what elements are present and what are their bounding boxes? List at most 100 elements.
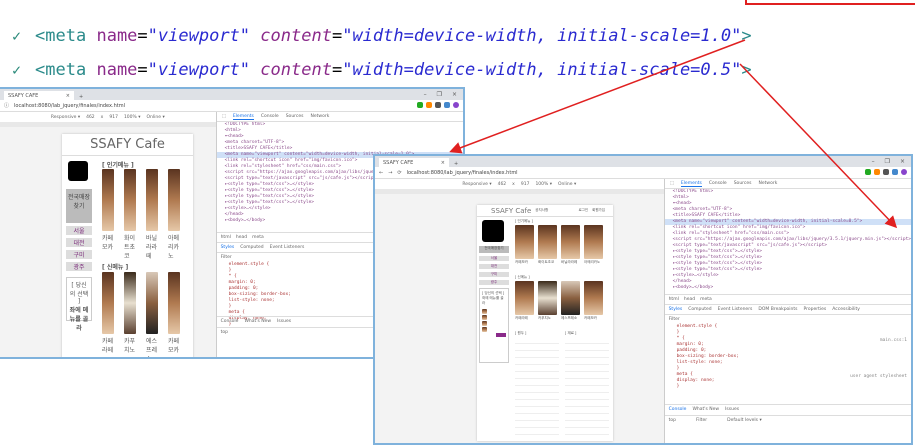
tag-close: > bbox=[741, 26, 752, 46]
value: "width=device-width, initial-scale=1.0" bbox=[342, 26, 742, 46]
menu-item[interactable]: 카페모카 bbox=[584, 281, 603, 321]
tab-computed[interactable]: Computed bbox=[240, 245, 263, 250]
tab-event-listeners[interactable]: Event Listeners bbox=[718, 307, 753, 312]
store-finder-button[interactable]: 전국매장찾기 bbox=[479, 246, 509, 253]
tab-sources[interactable]: Sources bbox=[286, 114, 304, 119]
minimize-icon[interactable]: – bbox=[424, 91, 427, 98]
drawer-whats-new[interactable]: What's New bbox=[692, 407, 719, 412]
drawer-issues[interactable]: Issues bbox=[277, 319, 291, 324]
notice-link[interactable]: 공지사항 bbox=[535, 208, 548, 213]
forward-icon[interactable]: → bbox=[388, 170, 392, 176]
new-heading: [ 신메뉴 ] bbox=[102, 264, 129, 271]
drawer-issues[interactable]: Issues bbox=[725, 407, 739, 412]
new-tab-icon[interactable]: + bbox=[79, 94, 83, 100]
tab-console[interactable]: Console bbox=[261, 114, 279, 119]
tab-event-listeners[interactable]: Event Listeners bbox=[270, 245, 305, 250]
close-window-icon[interactable]: × bbox=[900, 158, 905, 165]
menu-item[interactable]: 에스프레소 bbox=[561, 281, 580, 321]
region-gumi[interactable]: 구미 bbox=[66, 250, 92, 259]
menu-item[interactable]: 카푸치노 bbox=[538, 281, 557, 321]
back-icon[interactable]: ← bbox=[379, 170, 383, 176]
restore-icon[interactable]: ❐ bbox=[885, 158, 890, 165]
new-tab-icon[interactable]: + bbox=[454, 161, 458, 167]
extensions-icon[interactable] bbox=[414, 101, 459, 110]
close-icon[interactable]: × bbox=[441, 160, 445, 166]
url-bar[interactable]: localhost:8080/lab_jquery/finales/index.… bbox=[14, 103, 409, 109]
menu-item[interactable]: 카푸치노 bbox=[124, 272, 138, 357]
browser-tab[interactable]: SSAFY CAFE × bbox=[4, 91, 74, 100]
tab-accessibility[interactable]: Accessibility bbox=[832, 307, 860, 312]
inspect-icon[interactable]: ⬚ bbox=[670, 181, 674, 186]
avatar[interactable] bbox=[482, 220, 504, 242]
tab-styles[interactable]: Styles bbox=[669, 307, 683, 312]
store-finder-button[interactable]: 전국매장찾기 bbox=[66, 189, 92, 223]
console-filter[interactable]: Filter bbox=[696, 418, 707, 423]
new-heading: [ 신메뉴 ] bbox=[515, 275, 530, 279]
network-select[interactable]: Online ▾ bbox=[147, 115, 165, 120]
zoom-select[interactable]: 100% ▾ bbox=[124, 115, 141, 120]
avatar[interactable] bbox=[68, 161, 88, 181]
minimize-icon[interactable]: – bbox=[872, 158, 875, 165]
tab-network[interactable]: Network bbox=[311, 114, 330, 119]
site-title: SSAFY Cafe bbox=[491, 206, 532, 215]
region-gwangju[interactable]: 광주 bbox=[479, 280, 509, 285]
tab-network[interactable]: Network bbox=[759, 181, 778, 186]
menu-item[interactable]: 카페모카 bbox=[168, 272, 182, 357]
menu-item[interactable]: 화이트초코 bbox=[538, 225, 557, 265]
region-seoul[interactable]: 서울 bbox=[479, 256, 509, 261]
code-line-scale-1: ✓ <meta name="viewport" content="width=de… bbox=[12, 26, 752, 46]
menu-item[interactable]: 에스프레소 bbox=[146, 272, 160, 357]
login-link[interactable]: 로그인 bbox=[578, 208, 588, 213]
width-input[interactable]: 462 bbox=[86, 115, 95, 120]
tab-dom-breakpoints[interactable]: DOM Breakpoints bbox=[758, 307, 797, 312]
height-input[interactable]: 917 bbox=[521, 182, 530, 187]
network-select[interactable]: Online ▾ bbox=[558, 182, 576, 187]
region-seoul[interactable]: 서울 bbox=[66, 226, 92, 235]
menu-item[interactable]: 아메리카노 bbox=[584, 225, 603, 265]
menu-item[interactable]: 카페모카 bbox=[515, 225, 534, 265]
region-daejeon[interactable]: 대전 bbox=[66, 238, 92, 247]
log-levels[interactable]: Default levels ▾ bbox=[727, 418, 762, 423]
width-input[interactable]: 462 bbox=[498, 182, 507, 187]
tab-elements[interactable]: Elements bbox=[232, 114, 254, 120]
url-bar[interactable]: localhost:8080/lab_jquery/finales/index.… bbox=[407, 170, 857, 176]
browser-tab[interactable]: SSAFY CAFE × bbox=[379, 158, 449, 167]
reload-icon[interactable]: ⟳ bbox=[397, 170, 401, 176]
tab-elements[interactable]: Elements bbox=[680, 181, 702, 187]
drawer-console[interactable]: Console bbox=[221, 319, 239, 324]
tab-computed[interactable]: Computed bbox=[688, 307, 711, 312]
menu-item[interactable]: 카페라떼 bbox=[102, 272, 116, 357]
popular-heading: [ 인기메뉴 ] bbox=[102, 162, 134, 169]
tab-sources[interactable]: Sources bbox=[734, 181, 752, 186]
region-gwangju[interactable]: 광주 bbox=[66, 262, 92, 271]
region-daejeon[interactable]: 대전 bbox=[479, 264, 509, 269]
tab-console[interactable]: Console bbox=[709, 181, 727, 186]
drawer-whats-new[interactable]: What's New bbox=[244, 319, 271, 324]
text: head bbox=[683, 297, 696, 302]
extensions-icon[interactable] bbox=[862, 168, 907, 177]
restore-icon[interactable]: ❐ bbox=[437, 91, 442, 98]
menu-item[interactable]: 아메리카노 bbox=[168, 169, 182, 260]
tab-styles[interactable]: Styles bbox=[221, 245, 235, 250]
styles-filter[interactable]: Filter bbox=[664, 314, 911, 324]
menu-item[interactable]: 카페라떼 bbox=[515, 281, 534, 321]
device-mode[interactable]: Responsive ▾ bbox=[462, 182, 491, 187]
menu-item[interactable]: 바닐라라떼 bbox=[561, 225, 580, 265]
inspect-icon[interactable]: ⬚ bbox=[222, 114, 226, 119]
price-table bbox=[515, 337, 559, 437]
region-gumi[interactable]: 구미 bbox=[479, 272, 509, 277]
menu-item[interactable]: 바닐라라떼 bbox=[146, 169, 160, 260]
menu-item[interactable]: 화이트초코 bbox=[124, 169, 138, 260]
console-context[interactable]: top bbox=[669, 418, 676, 423]
zoom-select[interactable]: 100% ▾ bbox=[535, 182, 552, 187]
menu-item[interactable]: 카페모카 bbox=[102, 169, 116, 260]
dom-tree[interactable]: <!DOCTYPE html> <html> ▾<head> <meta charse… bbox=[664, 189, 911, 294]
device-mode[interactable]: Responsive ▾ bbox=[51, 115, 80, 120]
close-window-icon[interactable]: × bbox=[452, 91, 457, 98]
drawer-console[interactable]: Console bbox=[669, 407, 687, 412]
height-input[interactable]: 917 bbox=[109, 115, 118, 120]
signup-link[interactable]: 회원가입 bbox=[592, 208, 605, 213]
tab-properties[interactable]: Properties bbox=[804, 307, 827, 312]
css-source-link[interactable]: main.css:1 bbox=[880, 338, 907, 343]
close-icon[interactable]: × bbox=[66, 93, 70, 99]
